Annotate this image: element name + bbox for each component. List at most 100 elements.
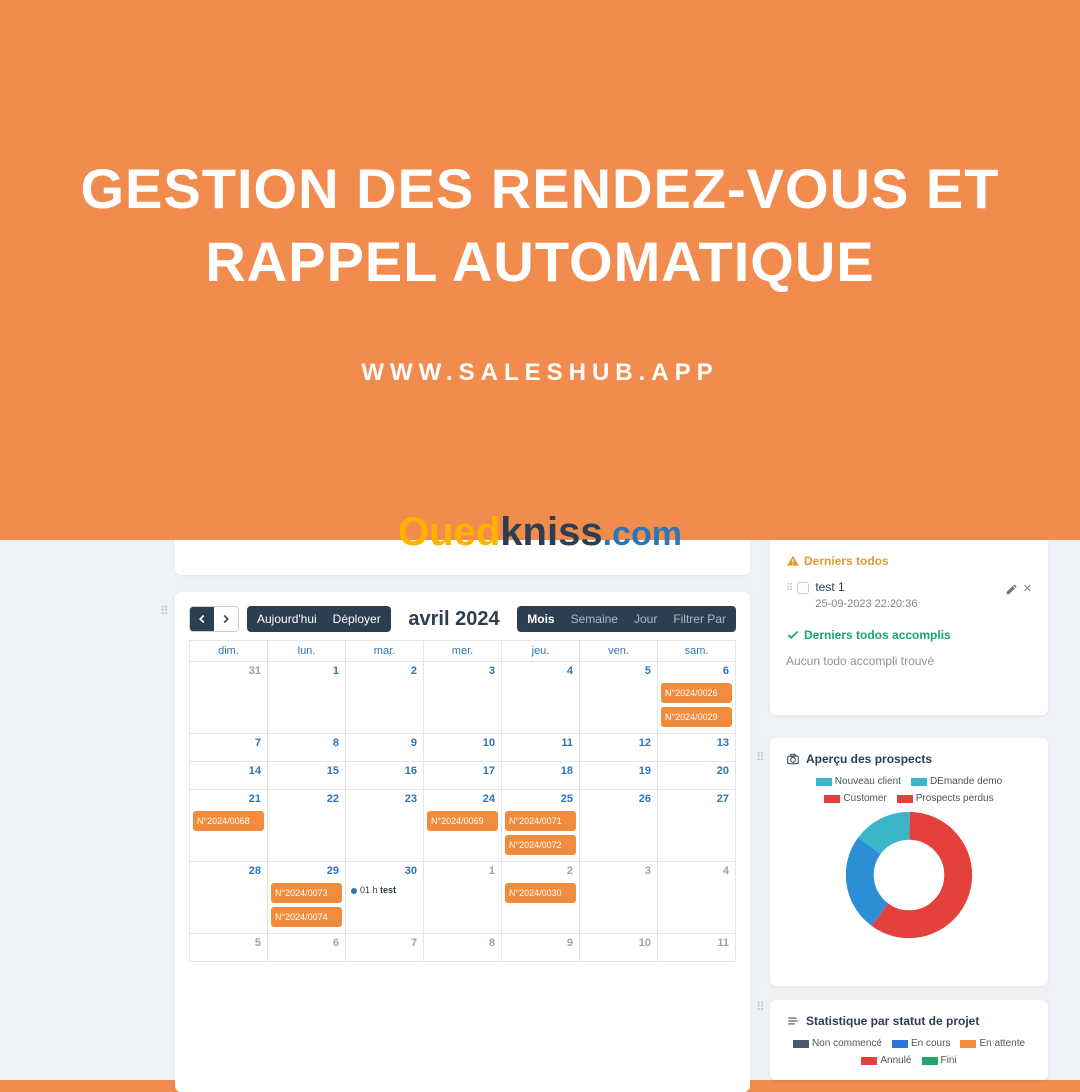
calendar-day-cell[interactable]: 8 xyxy=(423,934,501,961)
calendar-event[interactable]: N°2024/0029 xyxy=(661,707,732,727)
legend-swatch xyxy=(897,795,913,803)
calendar-day-cell[interactable]: 21 N°2024/0068 xyxy=(190,790,267,861)
day-number: 21 xyxy=(249,793,261,805)
calendar-event[interactable]: N°2024/0072 xyxy=(505,835,576,855)
calendar-event[interactable]: N°2024/0068 xyxy=(193,811,264,831)
todos-card: Derniers todos ⠿ test 1 25-09-2023 22:20… xyxy=(770,540,1048,715)
calendar-event[interactable]: N°2024/0074 xyxy=(271,907,342,927)
todo-actions: ✕ xyxy=(1005,582,1032,599)
day-number: 4 xyxy=(723,865,729,877)
view-month-button[interactable]: Mois xyxy=(519,612,562,626)
calendar-day-cell[interactable]: 10 xyxy=(579,934,657,961)
calendar-day-cell[interactable]: 22 xyxy=(267,790,345,861)
calendar-day-cell[interactable]: 17 xyxy=(423,762,501,789)
calendar-day-cell[interactable]: 11 xyxy=(501,734,579,761)
day-number: 4 xyxy=(567,665,573,677)
calendar-day-cell[interactable]: 5 xyxy=(190,934,267,961)
calendar-day-cell[interactable]: 18 xyxy=(501,762,579,789)
calendar-day-cell[interactable]: 27 xyxy=(657,790,735,861)
calendar-day-cell[interactable]: 8 xyxy=(267,734,345,761)
calendar-event[interactable]: N°2024/0069 xyxy=(427,811,498,831)
calendar-day-cell[interactable]: 2N°2024/0030 xyxy=(501,862,579,933)
calendar-day-cell[interactable]: 7 xyxy=(190,734,267,761)
calendar-day-cell[interactable]: 14 xyxy=(190,762,267,789)
calendar-day-cell[interactable]: 7 xyxy=(345,934,423,961)
menu-icon xyxy=(786,1014,800,1028)
calendar-day-cell[interactable]: 4 xyxy=(501,662,579,733)
todo-item: ⠿ test 1 25-09-2023 22:20:36 ✕ xyxy=(786,580,1032,610)
drag-handle-icon[interactable]: ⠿ xyxy=(756,750,763,764)
calendar-next-button[interactable] xyxy=(214,607,238,631)
calendar-day-cell[interactable]: 1 xyxy=(267,662,345,733)
calendar-day-cell[interactable]: 29N°2024/0073N°2024/0074 xyxy=(267,862,345,933)
calendar-day-cell[interactable]: 28 xyxy=(190,862,267,933)
legend-item: Nouveau client xyxy=(816,776,901,787)
legend-swatch xyxy=(824,795,840,803)
calendar-day-cell[interactable]: 3001 h test xyxy=(345,862,423,933)
calendar-day-cell[interactable]: 1 xyxy=(423,862,501,933)
calendar-day-cell[interactable]: 26 xyxy=(579,790,657,861)
calendar-day-cell[interactable]: 11 xyxy=(657,934,735,961)
calendar-day-cell[interactable]: 9 xyxy=(501,934,579,961)
drag-handle-icon[interactable]: ⠿ xyxy=(160,604,167,618)
legend-swatch xyxy=(861,1057,877,1065)
calendar-event[interactable]: N°2024/0030 xyxy=(505,883,576,903)
calendar-day-cell[interactable]: 6 xyxy=(267,934,345,961)
day-number: 1 xyxy=(333,665,339,677)
day-number: 7 xyxy=(255,737,261,749)
weekday-label: mar. xyxy=(345,641,423,661)
calendar-day-cell[interactable]: 10 xyxy=(423,734,501,761)
day-number: 25 xyxy=(561,793,573,805)
calendar-day-cell[interactable]: 3 xyxy=(423,662,501,733)
calendar-day-cell[interactable]: 9 xyxy=(345,734,423,761)
drag-handle-icon[interactable]: ⠿ xyxy=(786,583,791,594)
calendar-view-switch: Mois Semaine Jour Filtrer Par xyxy=(517,606,736,632)
day-number: 23 xyxy=(405,793,417,805)
calendar-day-cell[interactable]: 3 xyxy=(579,862,657,933)
day-number: 8 xyxy=(333,737,339,749)
calendar-day-cell[interactable]: 12 xyxy=(579,734,657,761)
calendar-day-cell[interactable]: 13 xyxy=(657,734,735,761)
calendar-day-cell[interactable]: 6N°2024/0026N°2024/0029 xyxy=(657,662,735,733)
calendar-event[interactable]: N°2024/0073 xyxy=(271,883,342,903)
today-button[interactable]: Aujourd'hui xyxy=(251,612,323,626)
view-week-button[interactable]: Semaine xyxy=(563,612,626,626)
deploy-button[interactable]: Déployer xyxy=(327,612,387,626)
dot-icon xyxy=(351,888,357,894)
day-number: 14 xyxy=(249,765,261,777)
calendar-event[interactable]: N°2024/0026 xyxy=(661,683,732,703)
calendar-day-cell[interactable]: 25 N°2024/0071 N°2024/0072 xyxy=(501,790,579,861)
calendar-day-cell[interactable]: 5 xyxy=(579,662,657,733)
calendar-day-cell[interactable]: 16 xyxy=(345,762,423,789)
hero-url: WWW.SALESHUB.APP xyxy=(361,359,718,387)
calendar-day-cell[interactable]: 24 N°2024/0069 xyxy=(423,790,501,861)
status-card: Statistique par statut de projet Non com… xyxy=(770,1000,1048,1080)
todos-done-header: Derniers todos accomplis xyxy=(786,628,1032,642)
view-filter-button[interactable]: Filtrer Par xyxy=(665,612,734,626)
calendar-day-cell[interactable]: 23 xyxy=(345,790,423,861)
delete-todo-button[interactable]: ✕ xyxy=(1023,582,1032,599)
day-number: 24 xyxy=(483,793,495,805)
calendar-day-cell[interactable]: 2 xyxy=(345,662,423,733)
calendar-day-cell[interactable]: 31 xyxy=(190,662,267,733)
view-day-button[interactable]: Jour xyxy=(626,612,665,626)
calendar-today-deploy: Aujourd'hui Déployer xyxy=(247,606,391,632)
calendar-weekday-header: dim.lun.mar.mer.jeu.ven.sam. xyxy=(190,640,735,661)
calendar-day-cell[interactable]: 4 xyxy=(657,862,735,933)
calendar-day-cell[interactable]: 19 xyxy=(579,762,657,789)
day-number: 16 xyxy=(405,765,417,777)
drag-handle-icon[interactable]: ⠿ xyxy=(756,1000,763,1014)
todo-text: test 1 25-09-2023 22:20:36 xyxy=(815,580,998,610)
calendar-week-row: 21 N°2024/006822 23 24 N°2024/0069 25 N°2024/0… xyxy=(190,789,735,861)
calendar-event[interactable]: N°2024/0071 xyxy=(505,811,576,831)
weekday-label: dim. xyxy=(190,641,267,661)
calendar-day-cell[interactable]: 15 xyxy=(267,762,345,789)
prospects-legend: Nouveau clientDEmande demoCustomerProspe… xyxy=(786,776,1032,804)
calendar-day-cell[interactable]: 20 xyxy=(657,762,735,789)
calendar-prev-button[interactable] xyxy=(190,607,214,631)
todo-date: 25-09-2023 22:20:36 xyxy=(815,598,998,610)
edit-todo-button[interactable] xyxy=(1005,582,1019,599)
calendar-timed-event[interactable]: 01 h test xyxy=(349,883,420,897)
todo-checkbox[interactable] xyxy=(797,582,809,594)
prospects-header: Aperçu des prospects xyxy=(786,752,1032,766)
